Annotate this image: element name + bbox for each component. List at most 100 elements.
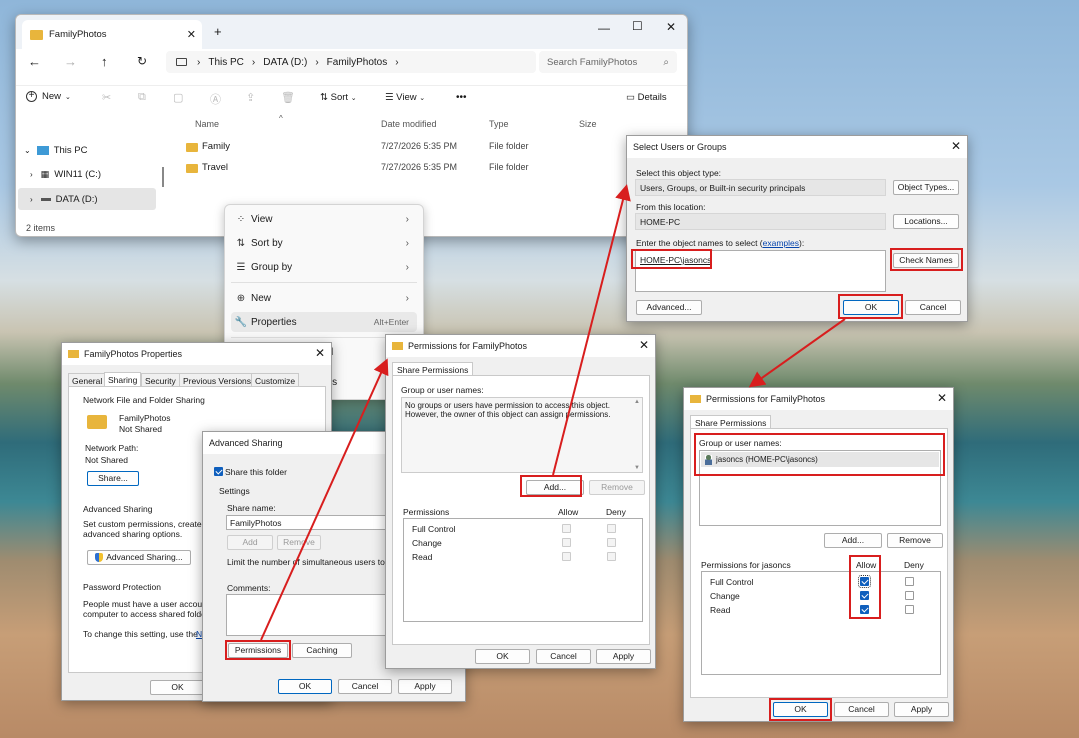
nav-scrollbar[interactable] bbox=[162, 167, 164, 187]
caching-button[interactable]: Caching bbox=[292, 643, 352, 658]
apply-button[interactable]: Apply bbox=[596, 649, 651, 664]
close-window-icon[interactable]: ✕ bbox=[666, 20, 676, 34]
add-button[interactable]: Add... bbox=[526, 480, 584, 495]
allow-change-checkbox[interactable] bbox=[562, 538, 571, 547]
rename-icon[interactable]: Ⓐ bbox=[210, 91, 221, 107]
deny-full-control-checkbox[interactable] bbox=[905, 577, 914, 586]
add-button[interactable]: Add... bbox=[824, 533, 882, 548]
refresh-icon[interactable]: ↻ bbox=[137, 54, 147, 68]
ok-button[interactable]: OK bbox=[278, 679, 332, 694]
nav-item-win11[interactable]: › ▦ WIN11 (C:) bbox=[30, 169, 101, 180]
column-size[interactable]: Size bbox=[579, 119, 597, 129]
close-tab-icon[interactable]: ✕ bbox=[187, 28, 196, 41]
cancel-button[interactable]: Cancel bbox=[834, 702, 889, 717]
nav-item-data-d[interactable]: › DATA (D:) bbox=[18, 188, 156, 210]
paste-icon[interactable]: ▢ bbox=[173, 91, 183, 104]
scroll-up-icon[interactable]: ▲ bbox=[634, 399, 640, 405]
details-button[interactable]: ▭ Details bbox=[626, 92, 667, 103]
allow-full-control-checkbox[interactable] bbox=[562, 524, 571, 533]
column-date[interactable]: Date modified bbox=[381, 119, 437, 129]
examples-link[interactable]: examples bbox=[763, 238, 799, 248]
locations-button[interactable]: Locations... bbox=[893, 214, 959, 229]
share-button[interactable]: Share... bbox=[87, 471, 139, 486]
group-user-list[interactable]: No groups or users have permission to ac… bbox=[401, 397, 643, 473]
select-users-dialog: Select Users or Groups ✕ Select this obje… bbox=[626, 135, 968, 322]
menu-item-view[interactable]: ⁘ View › bbox=[231, 209, 417, 229]
menu-item-properties[interactable]: 🔧 Properties Alt+Enter bbox=[231, 312, 417, 332]
new-tab-button[interactable]: + bbox=[214, 24, 222, 39]
cancel-button[interactable]: Cancel bbox=[905, 300, 961, 315]
nav-item-this-pc[interactable]: ⌄ This PC bbox=[24, 145, 88, 156]
close-icon[interactable]: ✕ bbox=[315, 347, 325, 359]
view-button[interactable]: ☰ View ⌄ bbox=[385, 92, 425, 103]
object-types-button[interactable]: Object Types... bbox=[893, 180, 959, 195]
maximize-icon[interactable]: ☐ bbox=[632, 19, 643, 33]
deny-read-checkbox[interactable] bbox=[607, 552, 616, 561]
menu-item-sort-by[interactable]: ⇅ Sort by › bbox=[231, 233, 417, 253]
breadcrumb-familyphotos[interactable]: FamilyPhotos bbox=[327, 57, 388, 68]
breadcrumb-this-pc[interactable]: This PC bbox=[208, 57, 244, 68]
group-user-list[interactable]: jasoncs (HOME-PC\jasoncs) bbox=[699, 450, 941, 526]
apply-button[interactable]: Apply bbox=[398, 679, 452, 694]
breadcrumb-data-d[interactable]: DATA (D:) bbox=[263, 57, 307, 68]
column-type[interactable]: Type bbox=[489, 119, 509, 129]
scroll-down-icon[interactable]: ▼ bbox=[634, 465, 640, 471]
ok-button[interactable]: OK bbox=[773, 702, 828, 717]
close-icon[interactable]: ✕ bbox=[951, 140, 961, 152]
deny-read-checkbox[interactable] bbox=[905, 605, 914, 614]
share-this-folder-checkbox[interactable] bbox=[214, 467, 223, 476]
allow-column-label: Allow bbox=[558, 507, 579, 517]
file-row-travel[interactable]: Travel 7/27/2026 5:35 PM File folder bbox=[186, 162, 666, 178]
minimize-icon[interactable]: — bbox=[598, 21, 610, 35]
menu-item-group-by[interactable]: ☰ Group by › bbox=[231, 257, 417, 277]
back-icon[interactable]: ← bbox=[28, 54, 41, 69]
allow-read-checkbox[interactable] bbox=[860, 605, 869, 614]
deny-change-checkbox[interactable] bbox=[607, 538, 616, 547]
check-names-button[interactable]: Check Names bbox=[893, 253, 959, 268]
apply-button[interactable]: Apply bbox=[894, 702, 949, 717]
column-name[interactable]: Name bbox=[195, 119, 219, 129]
ok-button[interactable]: OK bbox=[475, 649, 530, 664]
object-names-field[interactable]: HOME-PC\jasoncs bbox=[635, 250, 886, 292]
details-pane-icon: ▭ bbox=[626, 92, 635, 103]
advanced-sharing-button[interactable]: Advanced Sharing... bbox=[87, 550, 191, 565]
cancel-button[interactable]: Cancel bbox=[338, 679, 392, 694]
cut-icon[interactable]: ✂ bbox=[102, 91, 111, 104]
ok-button[interactable]: OK bbox=[843, 300, 899, 315]
remove-button[interactable]: Remove bbox=[887, 533, 943, 548]
search-input[interactable]: Search FamilyPhotos ⌕ bbox=[539, 51, 677, 73]
plus-circle-icon: ⊕ bbox=[236, 292, 246, 304]
allow-full-control-checkbox[interactable] bbox=[858, 575, 871, 588]
group-user-names-label: Group or user names: bbox=[699, 438, 782, 448]
up-icon[interactable]: ↑ bbox=[101, 54, 108, 69]
forward-icon[interactable]: → bbox=[64, 54, 77, 69]
copy-icon[interactable]: ⧉ bbox=[138, 91, 146, 104]
user-row-jasoncs[interactable]: jasoncs (HOME-PC\jasoncs) bbox=[701, 452, 939, 467]
share-icon[interactable]: ⇪ bbox=[246, 91, 255, 104]
menu-item-new[interactable]: ⊕ New › bbox=[231, 288, 417, 308]
remove-button[interactable]: Remove bbox=[589, 480, 645, 495]
more-options-icon[interactable]: ••• bbox=[456, 92, 467, 103]
close-icon[interactable]: ✕ bbox=[937, 392, 947, 404]
tab-sharing[interactable]: Sharing bbox=[104, 372, 142, 387]
cancel-button[interactable]: Cancel bbox=[536, 649, 591, 664]
permissions-button[interactable]: Permissions bbox=[228, 643, 288, 658]
ok-button[interactable]: OK bbox=[150, 680, 205, 695]
close-icon[interactable]: ✕ bbox=[639, 339, 649, 351]
allow-change-checkbox[interactable] bbox=[860, 591, 869, 600]
advanced-button[interactable]: Advanced... bbox=[636, 300, 702, 315]
deny-full-control-checkbox[interactable] bbox=[607, 524, 616, 533]
new-button[interactable]: + New ⌄ bbox=[26, 91, 71, 102]
allow-read-checkbox[interactable] bbox=[562, 552, 571, 561]
search-icon: ⌕ bbox=[663, 56, 669, 68]
add-share-button[interactable]: Add bbox=[227, 535, 273, 550]
file-row-family[interactable]: Family 7/27/2026 5:35 PM File folder bbox=[186, 141, 666, 157]
computer-icon bbox=[36, 146, 49, 155]
address-bar[interactable]: › This PC › DATA (D:) › FamilyPhotos › bbox=[166, 51, 536, 73]
explorer-tab[interactable]: FamilyPhotos ✕ bbox=[22, 20, 202, 49]
permissions-dialog-user: Permissions for FamilyPhotos ✕ Share Per… bbox=[683, 387, 954, 722]
sort-button[interactable]: ⇅ Sort ⌄ bbox=[320, 92, 357, 103]
remove-share-button[interactable]: Remove bbox=[277, 535, 321, 550]
delete-icon[interactable]: 🗑 bbox=[281, 91, 295, 104]
deny-change-checkbox[interactable] bbox=[905, 591, 914, 600]
